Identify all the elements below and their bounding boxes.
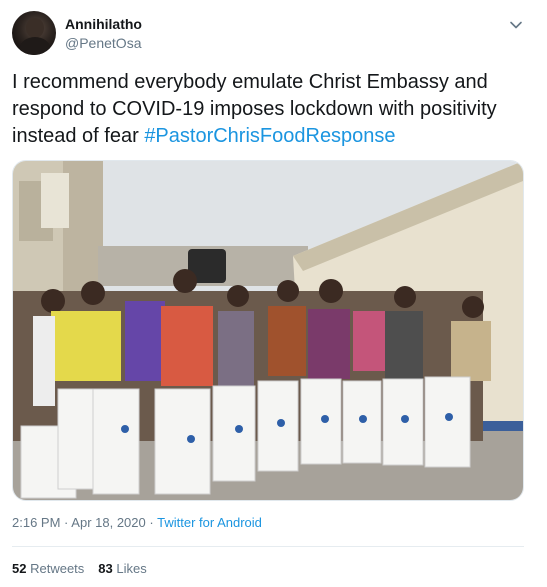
likes-label: Likes xyxy=(116,561,147,576)
hashtag-link[interactable]: #PastorChrisFoodResponse xyxy=(144,125,395,147)
chevron-down-icon[interactable] xyxy=(508,17,524,33)
tweet-meta: 2:16 PM · Apr 18, 2020 · Twitter for And… xyxy=(12,515,262,530)
avatar[interactable] xyxy=(12,11,56,55)
avatar-body-shape xyxy=(20,37,50,55)
meta-separator: · xyxy=(149,515,154,530)
retweets-count: 52 xyxy=(12,561,27,576)
tweet-time[interactable]: 2:16 PM xyxy=(12,515,60,530)
likes-stat[interactable]: 83 Likes xyxy=(98,561,146,576)
photo-illustration xyxy=(13,161,523,500)
likes-count: 83 xyxy=(98,561,113,576)
retweets-label: Retweets xyxy=(30,561,85,576)
tweet-card: Annihilatho @PenetOsa I recommend everyb… xyxy=(0,0,536,587)
stats-divider xyxy=(12,546,524,547)
tweet-source-link[interactable]: Twitter for Android xyxy=(157,515,262,530)
meta-separator: · xyxy=(64,515,69,530)
author-handle[interactable]: @PenetOsa xyxy=(65,35,141,51)
tweet-stats: 52 Retweets 83 Likes xyxy=(12,561,147,576)
retweets-stat[interactable]: 52 Retweets xyxy=(12,561,84,576)
tweet-text: I recommend everybody emulate Christ Emb… xyxy=(12,69,530,150)
avatar-head-shape xyxy=(26,18,44,38)
author-display-name[interactable]: Annihilatho xyxy=(65,16,142,32)
tweet-date[interactable]: Apr 18, 2020 xyxy=(71,515,145,530)
tweet-photo[interactable] xyxy=(12,160,524,501)
